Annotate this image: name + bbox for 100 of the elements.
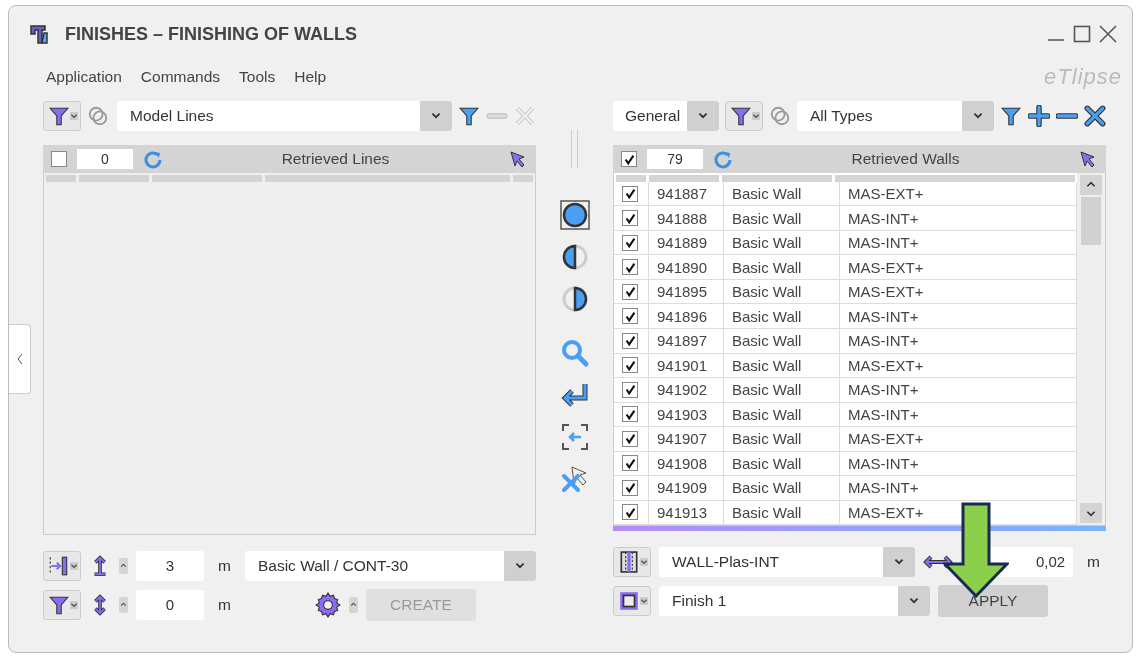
app-logo-icon	[29, 23, 51, 45]
clear-selection-icon[interactable]	[559, 464, 590, 494]
scroll-up-button[interactable]	[1080, 175, 1102, 195]
table-cell: 941888	[649, 206, 724, 230]
table-cell: 941889	[649, 230, 724, 255]
menu-item[interactable]: Application	[46, 68, 122, 86]
caret-icon	[70, 111, 78, 120]
select-all-checkbox[interactable]	[621, 151, 637, 167]
wall-side-icon	[48, 554, 70, 577]
table-cell: Basic Wall	[724, 427, 840, 451]
table-cell: 941890	[649, 255, 724, 279]
apply-button[interactable]: APPLY	[938, 584, 1048, 617]
table-cell: 941902	[649, 378, 724, 402]
row-checkbox[interactable]	[622, 381, 638, 398]
spin-up-button[interactable]	[119, 596, 128, 613]
table-cell: Basic Wall	[724, 255, 840, 279]
cursor-icon[interactable]	[508, 149, 528, 169]
grid-title: Retrieved Walls	[850, 150, 961, 168]
row-checkbox[interactable]	[622, 234, 638, 251]
row-checkbox[interactable]	[622, 185, 638, 202]
layer-dropdown[interactable]: WALL-Plas-INT	[659, 546, 916, 577]
row-checkbox[interactable]	[622, 504, 638, 521]
table-cell: Basic Wall	[724, 402, 840, 427]
menu-item[interactable]: Commands	[140, 68, 221, 86]
caret-icon	[640, 557, 648, 566]
table-cell: 941897	[649, 329, 724, 353]
caret-icon	[640, 596, 648, 605]
filter-menu-button[interactable]	[43, 100, 81, 131]
table-cell: Basic Wall	[724, 476, 840, 500]
table-cell: 941907	[649, 427, 724, 451]
row-checkbox[interactable]	[622, 259, 638, 276]
unit-label: m	[1087, 552, 1100, 571]
offset-field[interactable]: 0	[136, 589, 204, 620]
circle-icon[interactable]	[559, 200, 590, 230]
row-checkbox[interactable]	[622, 332, 638, 349]
window-title: FINISHES – FINISHING OF WALLS	[65, 23, 358, 45]
table-cell: 941909	[649, 476, 724, 500]
spin-up-button[interactable]	[119, 557, 128, 574]
grid-title: Retrieved Lines	[280, 150, 391, 168]
row-checkbox[interactable]	[622, 406, 638, 423]
table-cell: 941896	[649, 304, 724, 328]
spin-up-button[interactable]	[348, 596, 358, 613]
table-cell: Basic Wall	[724, 451, 840, 476]
select-in-view-icon[interactable]	[559, 422, 590, 452]
table-cell: 941901	[649, 353, 724, 377]
scrollbar-thumb[interactable]	[1081, 197, 1101, 245]
caret-icon	[349, 601, 357, 608]
general-dropdown[interactable]: General	[613, 100, 719, 131]
row-checkbox[interactable]	[622, 479, 638, 496]
wall-side-button[interactable]	[43, 550, 81, 581]
table-cell: 941895	[649, 279, 724, 304]
table-cell: Basic Wall	[724, 304, 840, 328]
unit-label: m	[218, 595, 231, 614]
finish-dropdown[interactable]: Finish 1	[659, 585, 930, 616]
layer-icon	[618, 550, 640, 573]
row-checkbox[interactable]	[622, 357, 638, 374]
row-checkbox[interactable]	[622, 308, 638, 325]
wall-type-dropdown[interactable]: Basic Wall / CONT-30	[244, 550, 536, 581]
count-field: 0	[77, 149, 133, 169]
row-checkbox[interactable]	[622, 210, 638, 227]
table-cell: 941913	[649, 500, 724, 525]
type-dropdown[interactable]: All Types	[797, 100, 994, 131]
count-field: 79	[647, 149, 703, 169]
row-checkbox[interactable]	[622, 455, 638, 472]
square-icon	[618, 589, 640, 612]
table-cell: Basic Wall	[724, 181, 840, 206]
filter-menu-button[interactable]	[725, 100, 763, 131]
table-cell: 941903	[649, 402, 724, 427]
maximize-icon[interactable]	[1072, 24, 1092, 44]
table-cell: 941887	[649, 181, 724, 206]
row-checkbox[interactable]	[622, 430, 638, 447]
close-icon[interactable]	[1084, 104, 1106, 127]
caret-icon	[120, 601, 127, 608]
layer-button[interactable]	[613, 546, 651, 577]
table-cell: Basic Wall	[724, 353, 840, 377]
table-cell: Basic Wall	[724, 378, 840, 402]
height-field[interactable]: 3	[136, 550, 204, 581]
table-cell: Basic Wall	[724, 206, 840, 230]
settings-icon[interactable]	[314, 591, 341, 618]
table-cell: Basic Wall	[724, 329, 840, 353]
caret-icon	[70, 600, 78, 609]
plus-icon[interactable]	[1028, 104, 1050, 127]
caret-icon	[752, 111, 760, 120]
scroll-down-button[interactable]	[1080, 503, 1102, 523]
select-all-checkbox[interactable]	[51, 151, 67, 167]
menu-item[interactable]: Help	[294, 68, 327, 86]
filter-menu-button[interactable]	[43, 589, 81, 620]
cursor-icon[interactable]	[1078, 149, 1098, 169]
table-cell: Basic Wall	[724, 279, 840, 304]
row-checkbox[interactable]	[622, 283, 638, 300]
unit-label: m	[218, 556, 231, 575]
category-dropdown[interactable]: Model Lines	[117, 100, 452, 131]
caret-icon	[70, 561, 78, 570]
close-icon[interactable]	[1098, 24, 1118, 44]
menu-item[interactable]: Tools	[239, 68, 276, 86]
scrollbar[interactable]	[1077, 173, 1105, 525]
caret-icon	[120, 562, 127, 569]
splitter-handle[interactable]	[571, 130, 578, 168]
chevron-icon	[15, 353, 24, 365]
finish-button[interactable]	[613, 585, 651, 616]
